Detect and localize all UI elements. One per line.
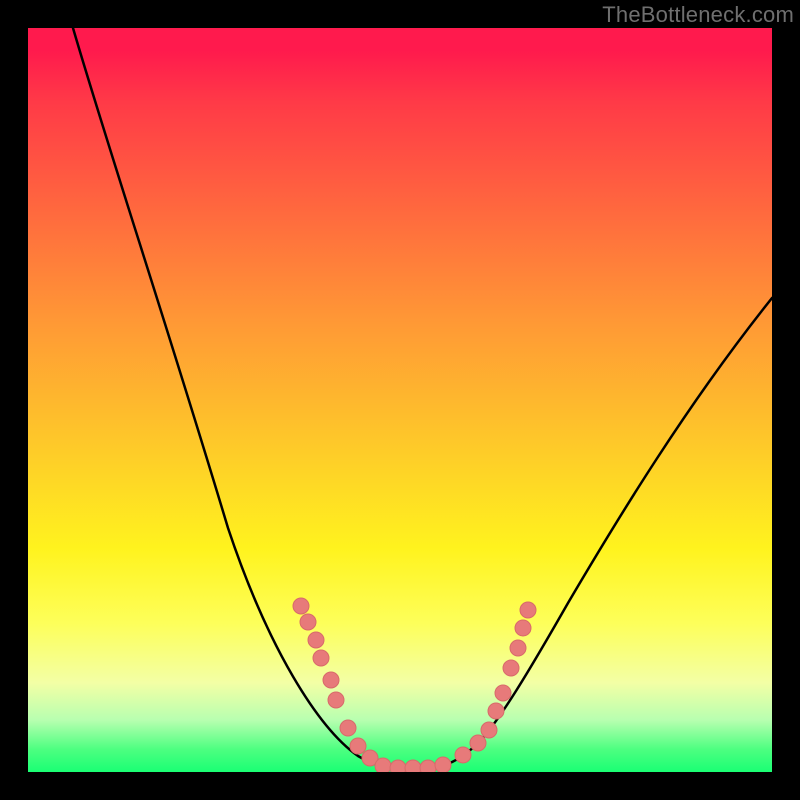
marker-dot: [515, 620, 531, 636]
marker-dot: [470, 735, 486, 751]
marker-dot: [340, 720, 356, 736]
marker-dot: [375, 758, 391, 772]
marker-group: [293, 598, 536, 772]
markers-svg: [28, 28, 772, 772]
marker-dot: [455, 747, 471, 763]
marker-dot: [435, 757, 451, 772]
marker-dot: [350, 738, 366, 754]
marker-dot: [495, 685, 511, 701]
marker-dot: [405, 760, 421, 772]
marker-dot: [293, 598, 309, 614]
plot-area: [28, 28, 772, 772]
marker-dot: [390, 760, 406, 772]
marker-dot: [481, 722, 497, 738]
watermark-text: TheBottleneck.com: [602, 2, 794, 28]
marker-dot: [328, 692, 344, 708]
marker-dot: [503, 660, 519, 676]
marker-dot: [308, 632, 324, 648]
marker-dot: [520, 602, 536, 618]
marker-dot: [420, 760, 436, 772]
marker-dot: [300, 614, 316, 630]
marker-dot: [313, 650, 329, 666]
marker-dot: [323, 672, 339, 688]
marker-dot: [488, 703, 504, 719]
marker-dot: [510, 640, 526, 656]
